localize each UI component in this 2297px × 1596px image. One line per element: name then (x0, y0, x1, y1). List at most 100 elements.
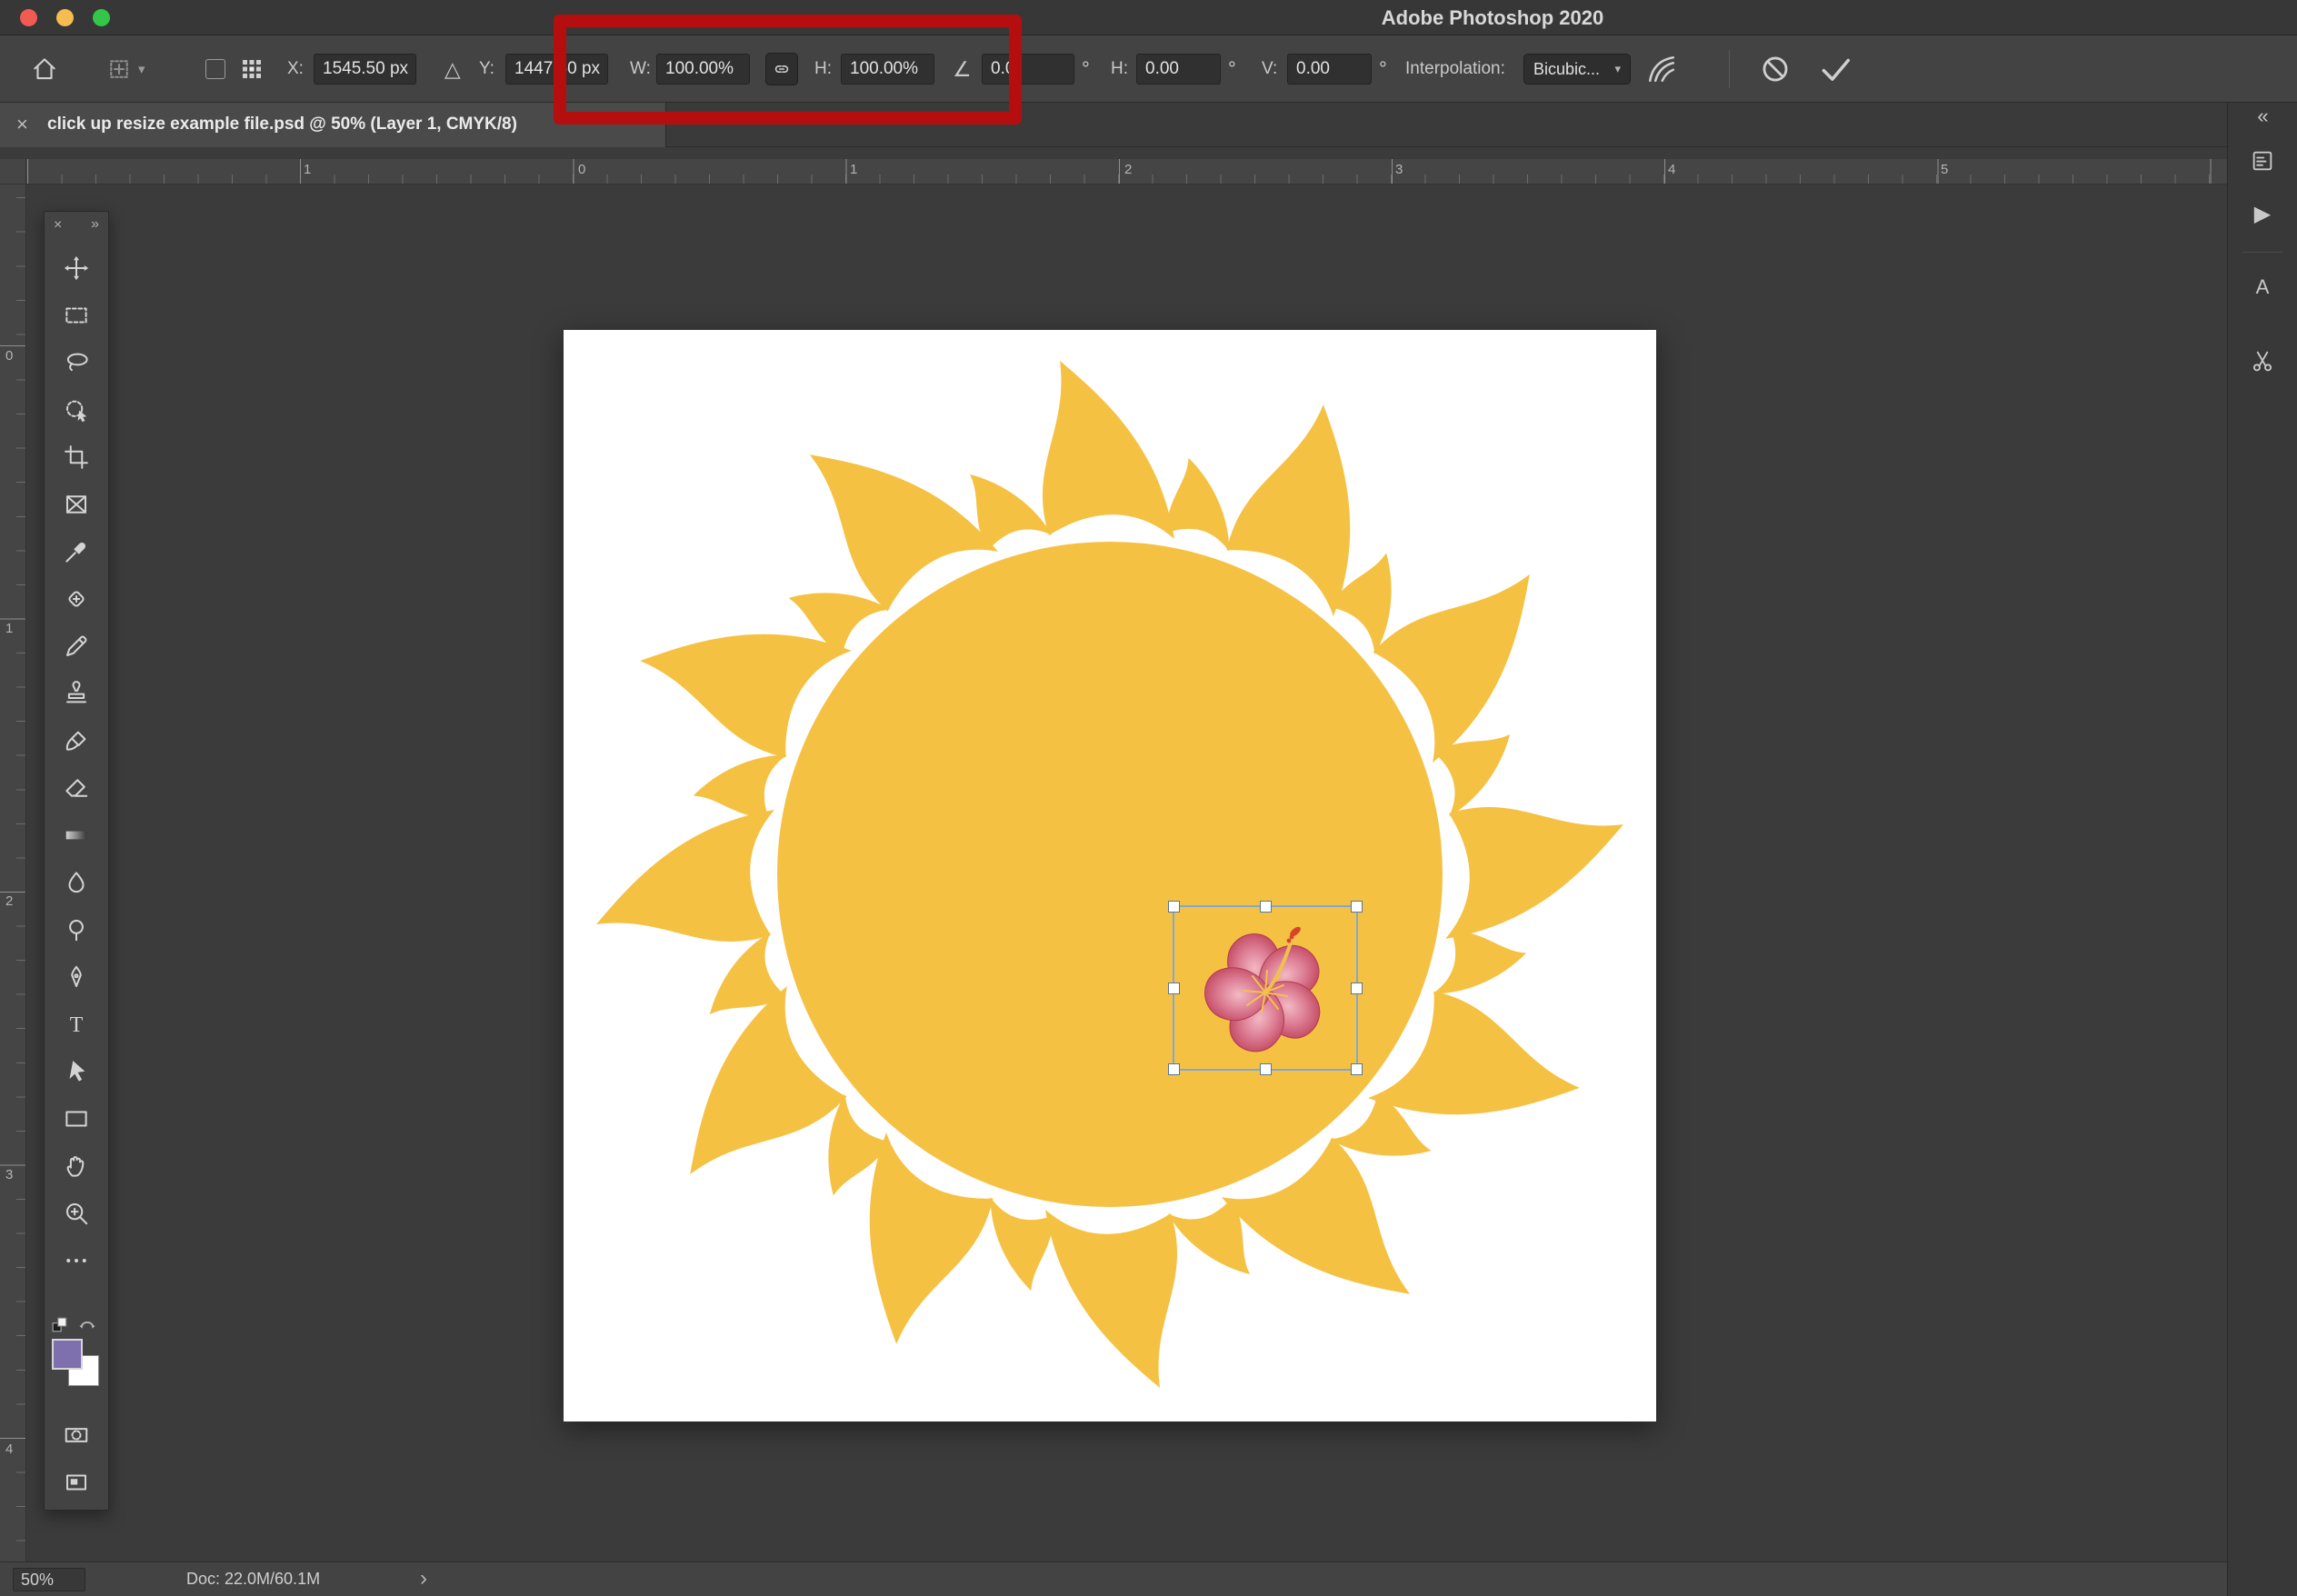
canvas[interactable] (564, 330, 1656, 1421)
pencil-icon (66, 635, 87, 656)
lasso-icon (66, 353, 88, 372)
transform-handle-ne[interactable] (1351, 901, 1363, 913)
status-bar: 50% Doc: 22.0M/60.1M › (0, 1561, 2227, 1596)
x-position-field[interactable]: 1545.50 px (314, 54, 416, 85)
quick-mask-icon (65, 1428, 88, 1442)
type-tool[interactable]: T (45, 1001, 108, 1048)
blur-tool[interactable] (45, 859, 108, 906)
gradient-tool[interactable] (45, 812, 108, 859)
width-field[interactable]: 100.00% (656, 54, 750, 85)
rotation-angle-field[interactable]: 0.0 (982, 54, 1074, 85)
actions-panel-button[interactable]: ▶ (2242, 194, 2282, 234)
close-window-button[interactable] (20, 9, 37, 26)
pen-tool[interactable] (45, 953, 108, 1001)
collapse-panels-icon[interactable]: « (2228, 105, 2297, 128)
quick-mask-button[interactable] (45, 1411, 108, 1459)
tools-panel: × » T (44, 211, 109, 1511)
dodge-tool[interactable] (45, 906, 108, 953)
glyphs-panel-button[interactable] (2242, 341, 2282, 381)
transform-handle-se[interactable] (1351, 1063, 1363, 1075)
v-skew-field[interactable]: 0.00 (1287, 54, 1372, 85)
move-tool[interactable] (45, 244, 108, 292)
transform-handle-n[interactable] (1259, 901, 1272, 913)
ruler-label: 3 (1395, 162, 1403, 177)
divider (1729, 50, 1730, 88)
reference-point-locator[interactable] (240, 57, 264, 81)
v-skew-degree-symbol: ° (1379, 57, 1387, 80)
vertical-ruler[interactable]: 0 1 2 3 4 (0, 185, 26, 1561)
commit-transform-button[interactable] (1818, 35, 1853, 103)
maintain-aspect-ratio-button[interactable] (765, 53, 798, 85)
width-label: W: (630, 59, 651, 78)
zoom-tool[interactable] (45, 1190, 108, 1237)
height-field[interactable]: 100.00% (841, 54, 934, 85)
transform-handle-w[interactable] (1168, 982, 1180, 994)
zoom-level-field[interactable]: 50% (13, 1568, 85, 1591)
screen-mode-button[interactable] (45, 1459, 108, 1506)
spot-healing-brush-tool[interactable] (45, 575, 108, 623)
eraser-tool[interactable] (45, 764, 108, 812)
path-selection-tool[interactable] (45, 1048, 108, 1095)
ruler-label: 2 (1124, 162, 1133, 177)
horizontal-ruler[interactable]: 1 0 1 2 3 4 5 (26, 159, 2227, 185)
toggle-reference-point-checkbox[interactable] (205, 59, 225, 79)
marquee-icon (65, 307, 87, 324)
swap-colors-icon[interactable] (77, 1315, 97, 1332)
properties-panel-button[interactable] (2242, 141, 2282, 181)
transform-handle-sw[interactable] (1168, 1063, 1180, 1075)
rectangle-tool[interactable] (45, 1095, 108, 1142)
warp-mode-button[interactable] (1645, 35, 1678, 103)
panel-close-icon[interactable]: × (54, 217, 62, 234)
zoom-window-button[interactable] (93, 9, 110, 26)
titlebar: Adobe Photoshop 2020 (0, 0, 2297, 35)
h-skew-field[interactable]: 0.00 (1136, 54, 1221, 85)
interpolation-select[interactable]: Bicubic... ▾ (1523, 54, 1631, 85)
rectangular-marquee-tool[interactable] (45, 292, 108, 339)
foreground-color-swatch[interactable] (52, 1339, 83, 1370)
document-tab[interactable]: × click up resize example file.psd @ 50%… (0, 103, 666, 147)
clone-stamp-tool[interactable] (45, 670, 108, 717)
default-colors-icon[interactable] (52, 1317, 68, 1333)
lasso-tool[interactable] (45, 339, 108, 386)
edit-toolbar-button[interactable] (45, 1237, 108, 1284)
minimize-window-button[interactable] (56, 9, 74, 26)
window-title: Adobe Photoshop 2020 (1381, 6, 1604, 29)
document-tab-bar: × click up resize example file.psd @ 50%… (0, 103, 2227, 147)
status-chevron-icon[interactable]: › (420, 1562, 427, 1594)
scissors-icon (2252, 351, 2272, 372)
x-label: X: (287, 59, 304, 78)
frame-tool[interactable] (45, 481, 108, 528)
y-position-field[interactable]: 1447.50 px (505, 54, 608, 85)
healing-brush-icon (68, 591, 85, 607)
eyedropper-tool[interactable] (45, 528, 108, 575)
crop-tool[interactable] (45, 434, 108, 481)
transform-bounding-box[interactable] (1168, 901, 1363, 1075)
ruler-label: 4 (5, 1441, 14, 1457)
hand-tool[interactable] (45, 1142, 108, 1190)
y-label: Y: (479, 59, 494, 78)
move-icon (64, 255, 89, 281)
cancel-transform-button[interactable] (1760, 35, 1791, 103)
home-button[interactable] (31, 35, 58, 103)
rotation-angle-icon: ∠ (953, 56, 972, 81)
object-selection-icon (66, 400, 87, 423)
transform-handle-s[interactable] (1259, 1063, 1272, 1075)
cancel-icon (1763, 56, 1788, 82)
rectangle-icon (65, 1111, 87, 1127)
home-icon (34, 58, 55, 80)
gradient-icon (65, 831, 87, 840)
tab-close-icon[interactable]: × (16, 103, 28, 146)
character-panel-button[interactable]: A (2242, 267, 2282, 307)
brush-tool[interactable] (45, 623, 108, 670)
transform-handle-e[interactable] (1351, 982, 1363, 994)
panel-expand-icon[interactable]: » (91, 216, 99, 233)
transform-reference-widget[interactable]: ▾ (105, 35, 145, 103)
ruler-label: 4 (1668, 162, 1676, 177)
ruler-origin-corner[interactable] (0, 159, 26, 185)
delta-icon: △ (444, 56, 461, 81)
ruler-label: 0 (5, 348, 14, 364)
history-brush-tool[interactable] (45, 717, 108, 764)
object-selection-tool[interactable] (45, 386, 108, 434)
ruler-label: 1 (304, 162, 312, 177)
transform-handle-nw[interactable] (1168, 901, 1180, 913)
